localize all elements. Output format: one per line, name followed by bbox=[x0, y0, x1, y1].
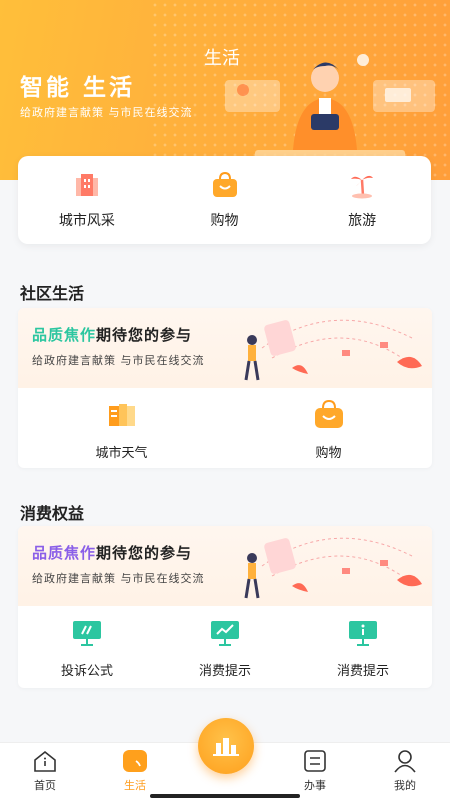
tab-life[interactable]: 生活 bbox=[105, 749, 165, 793]
hero-title: 智能 生活 bbox=[20, 75, 136, 101]
user-icon bbox=[394, 750, 416, 773]
banner-illustration bbox=[244, 319, 422, 381]
banner-highlight: 品质焦作 bbox=[32, 544, 97, 562]
banner-illustration bbox=[244, 537, 422, 599]
community-item-weather[interactable]: 城市天气 bbox=[18, 388, 225, 468]
tab-label: 生活 bbox=[124, 779, 146, 792]
hero-illustration bbox=[225, 54, 435, 164]
tab-label: 办事 bbox=[304, 779, 326, 792]
quick-link-travel[interactable]: 旅游 bbox=[293, 156, 431, 244]
consumer-item-tips[interactable]: 消费提示 bbox=[156, 606, 294, 686]
quick-link-shopping[interactable]: 购物 bbox=[156, 156, 294, 244]
community-item-shopping[interactable]: 购物 bbox=[225, 388, 432, 468]
list-icon bbox=[304, 750, 326, 772]
home-icon bbox=[34, 750, 56, 772]
tab-label: 我的 bbox=[394, 779, 416, 792]
shopping-bag-icon bbox=[212, 171, 237, 197]
tab-home[interactable]: 首页 bbox=[15, 749, 75, 793]
consumer-item-label: 投诉公式 bbox=[60, 664, 113, 679]
quick-links-card: 城市风采 购物 旅游 bbox=[18, 156, 431, 244]
home-indicator bbox=[150, 794, 300, 798]
tab-services[interactable]: 办事 bbox=[285, 749, 345, 793]
tab-label: 首页 bbox=[34, 779, 56, 792]
consumer-item-complaint[interactable]: 投诉公式 bbox=[18, 606, 156, 686]
banner-title-rest: 期待您的参与 bbox=[96, 326, 193, 344]
consumer-banner[interactable]: 品质焦作期待您的参与 给政府建言献策 与市民在线交流 bbox=[18, 526, 432, 606]
community-banner[interactable]: 品质焦作期待您的参与 给政府建言献策 与市民在线交流 bbox=[18, 308, 432, 388]
life-icon bbox=[123, 750, 147, 772]
community-item-label: 城市天气 bbox=[95, 446, 148, 461]
community-icons: 城市天气 购物 bbox=[18, 388, 432, 468]
weather-icon bbox=[108, 404, 135, 426]
banner-subtitle: 给政府建言献策 与市民在线交流 bbox=[32, 354, 205, 367]
quick-link-label: 城市风采 bbox=[58, 213, 115, 229]
palm-tree-icon bbox=[351, 175, 374, 199]
trend-monitor-icon bbox=[211, 621, 239, 646]
tab-mine[interactable]: 我的 bbox=[375, 749, 435, 793]
consumer-icons: 投诉公式 消费提示 消费提示 bbox=[18, 606, 432, 686]
consumer-item-label: 消费提示 bbox=[198, 664, 251, 679]
consumer-item-tips-2[interactable]: 消费提示 bbox=[294, 606, 432, 686]
hero-banner: 智能 生活 给政府建言献策 与市民在线交流 生活 bbox=[0, 0, 450, 180]
quick-link-label: 购物 bbox=[210, 213, 239, 229]
quick-link-city[interactable]: 城市风采 bbox=[18, 156, 156, 244]
building-icon bbox=[75, 174, 98, 196]
shopping-bag-icon bbox=[314, 399, 343, 428]
quick-link-label: 旅游 bbox=[348, 213, 377, 229]
banner-title-rest: 期待您的参与 bbox=[96, 544, 193, 562]
consumer-card: 品质焦作期待您的参与 给政府建言献策 与市民在线交流 投诉公式 消费提示 消费提… bbox=[18, 526, 432, 688]
complaint-monitor-icon bbox=[73, 621, 101, 646]
banner-title: 品质焦作期待您的参与 bbox=[32, 542, 192, 563]
section-title-community: 社区生活 bbox=[20, 284, 85, 303]
banner-subtitle: 给政府建言献策 与市民在线交流 bbox=[32, 572, 205, 585]
community-item-label: 购物 bbox=[315, 446, 342, 461]
hero-subtitle: 给政府建言献策 与市民在线交流 bbox=[20, 106, 193, 119]
building-icon bbox=[213, 738, 239, 756]
banner-highlight: 品质焦作 bbox=[32, 326, 97, 344]
center-fab-button[interactable] bbox=[198, 718, 254, 774]
consumer-item-label: 消费提示 bbox=[336, 664, 389, 679]
community-card: 品质焦作期待您的参与 给政府建言献策 与市民在线交流 城市天气 购物 bbox=[18, 308, 432, 468]
info-monitor-icon bbox=[349, 621, 377, 646]
banner-title: 品质焦作期待您的参与 bbox=[32, 324, 192, 345]
section-title-consumer: 消费权益 bbox=[20, 504, 85, 523]
